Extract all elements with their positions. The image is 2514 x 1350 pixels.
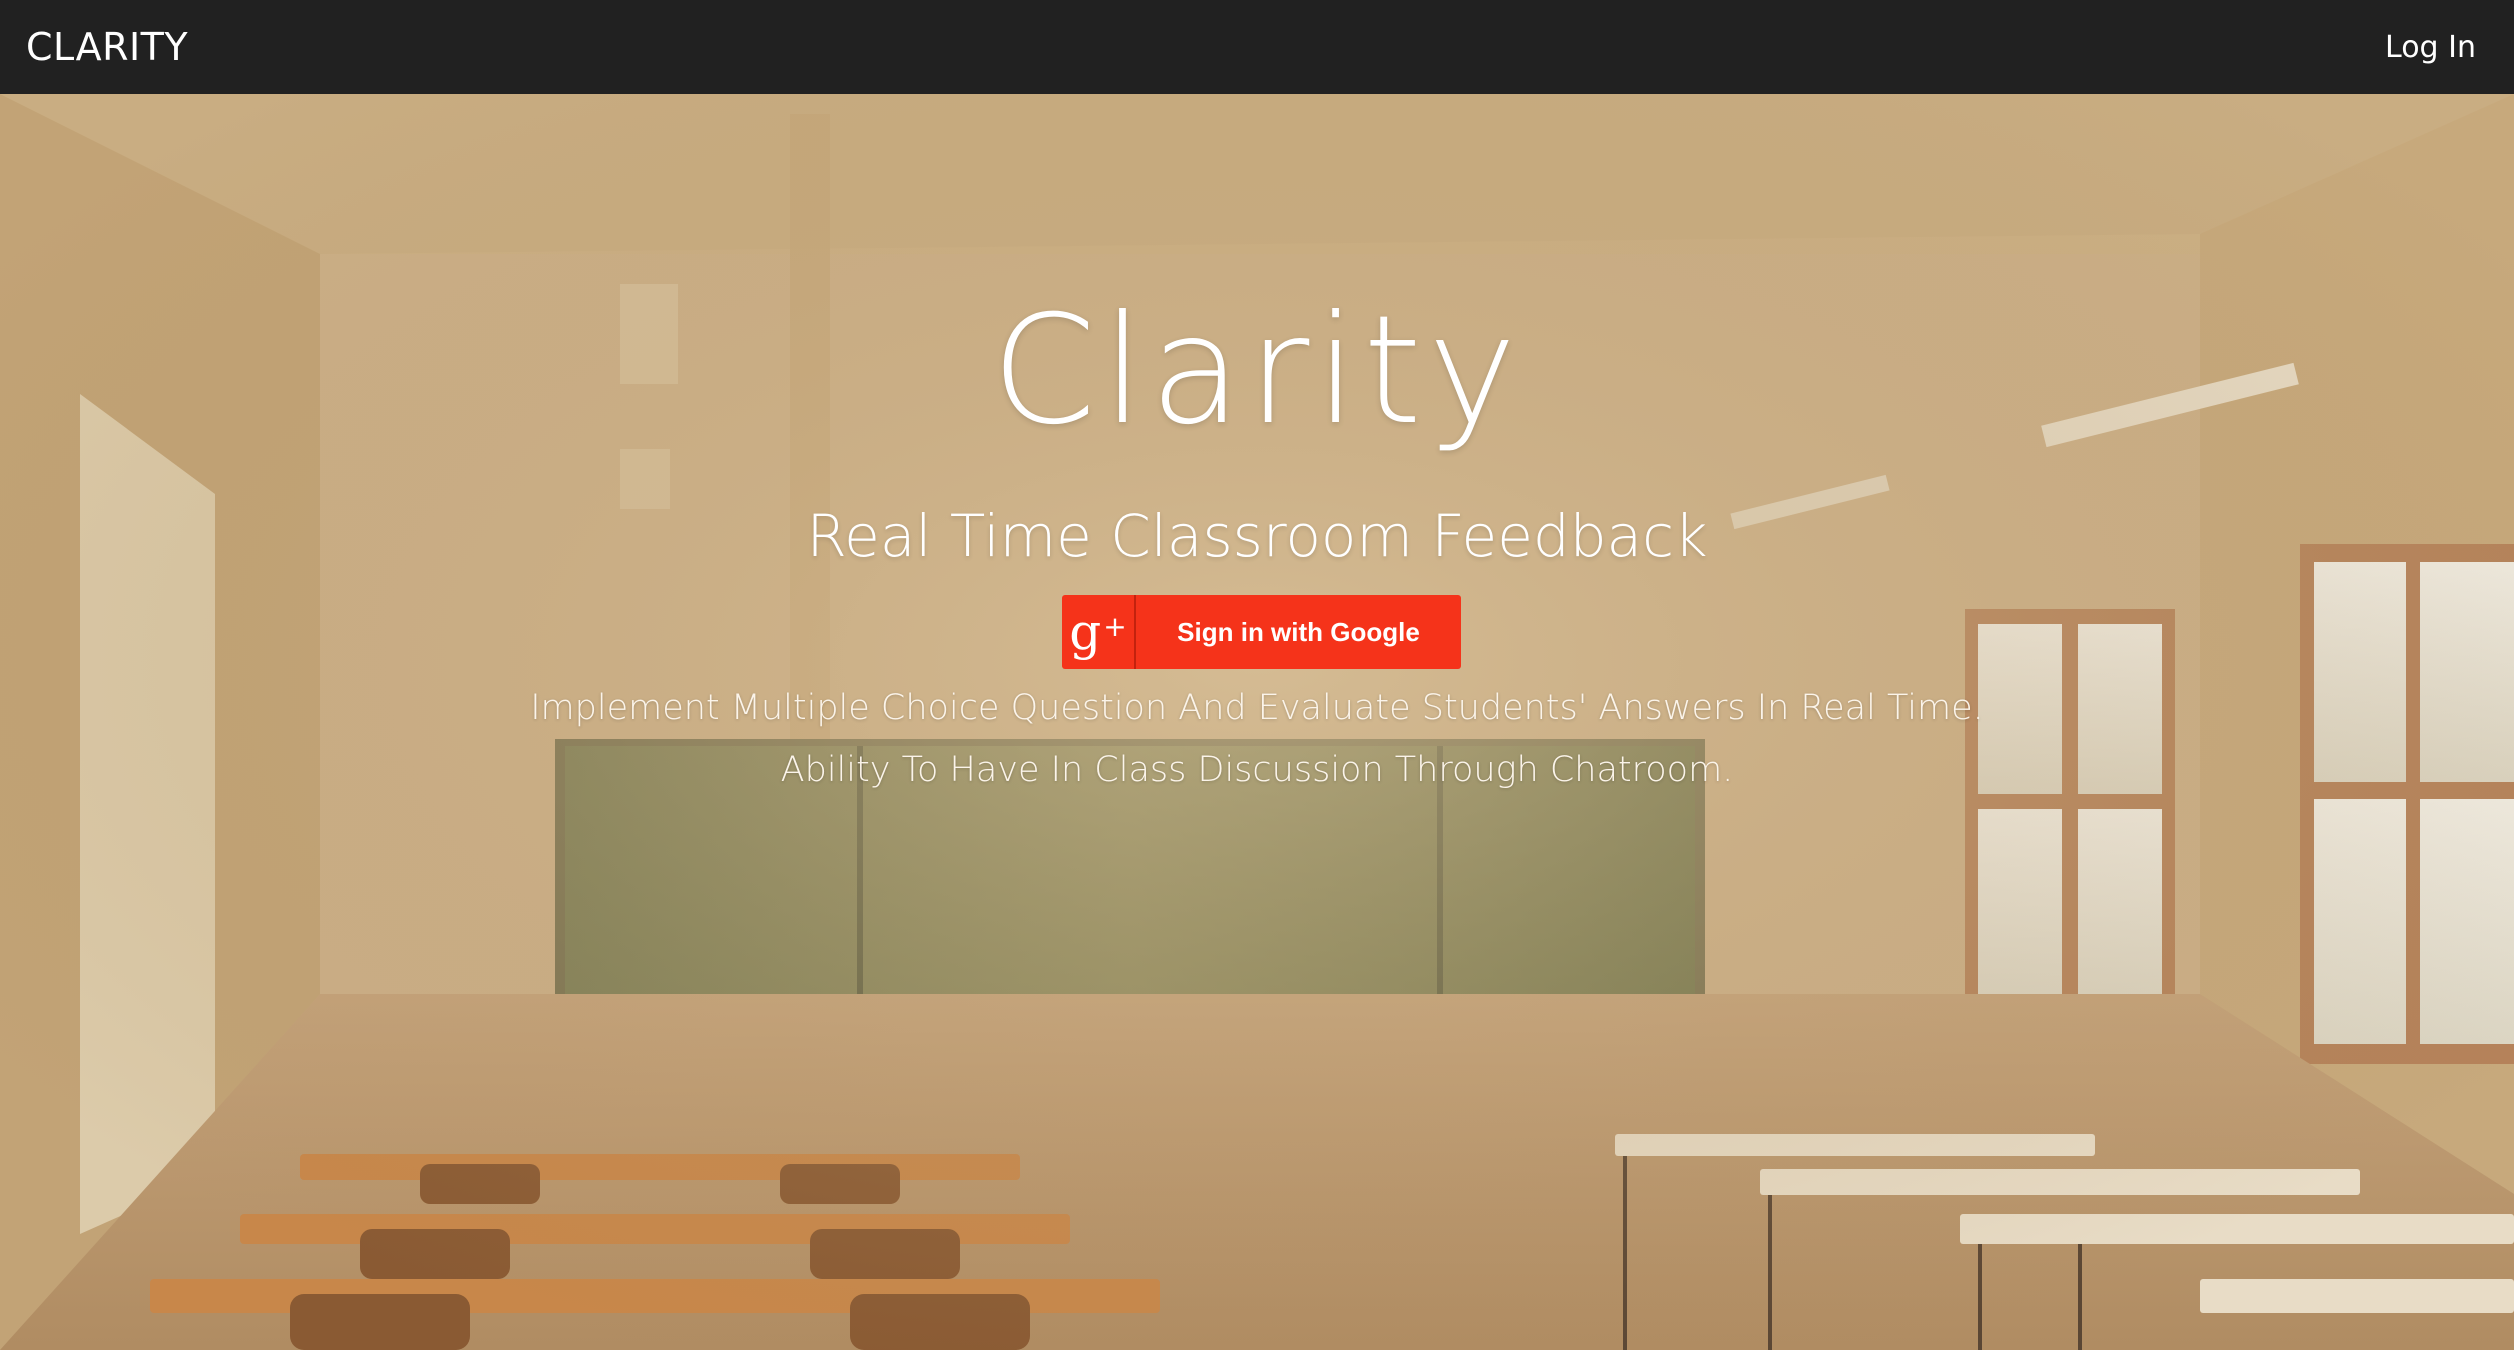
hero-content: Clarity Real Time Classroom Feedback g + … (0, 94, 2514, 1350)
login-link[interactable]: Log In (2385, 30, 2476, 65)
top-navbar: CLARITY Log In (0, 0, 2514, 94)
hero-subtitle: Real Time Classroom Feedback (806, 502, 1708, 570)
google-signin-button[interactable]: g + Sign in with Google (1062, 595, 1461, 669)
brand-logo[interactable]: CLARITY (26, 25, 188, 69)
feature-description-line: Ability To Have In Class Discussion Thro… (780, 750, 1734, 790)
hero-section: Clarity Real Time Classroom Feedback g + … (0, 94, 2514, 1350)
hero-title: Clarity (991, 284, 1523, 458)
google-plus-icon: g + (1062, 595, 1136, 669)
feature-description-line: Implement Multiple Choice Question And E… (530, 688, 1984, 728)
google-signin-label: Sign in with Google (1177, 616, 1420, 647)
